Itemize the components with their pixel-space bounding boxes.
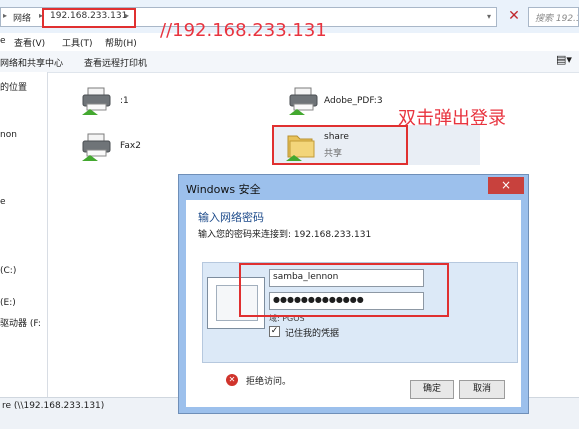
stop-icon[interactable]: ✕ <box>505 7 523 27</box>
search-input[interactable]: 搜索 192.1 <box>528 7 579 27</box>
printer-icon[interactable] <box>80 85 114 117</box>
error-message: 拒绝访问。 <box>246 377 292 387</box>
dialog-subtitle: 输入您的密码来连接到: 192.168.233.131 <box>198 230 372 240</box>
nav-item-drive-c[interactable]: (C:) <box>0 266 16 276</box>
dialog-heading: 输入网络密码 <box>198 211 264 224</box>
chevron-right-icon: ▸ <box>3 11 8 20</box>
toolbar: 网络和共享中心 查看远程打印机 ▤▾ <box>0 51 579 73</box>
annotation-box-share <box>272 125 408 165</box>
menu-item-partial[interactable]: e <box>0 36 6 46</box>
menu-item-help[interactable]: 帮助(H) <box>105 36 137 49</box>
menu-item-tools[interactable]: 工具(T) <box>62 36 93 49</box>
annotation-box-address <box>42 8 136 28</box>
remember-checkbox[interactable]: ✓ <box>269 326 280 337</box>
ok-button[interactable]: 确定 <box>410 380 454 399</box>
credentials-dialog: Windows 安全 × 输入网络密码 输入您的密码来连接到: 192.168.… <box>178 174 529 414</box>
annotation-box-credentials <box>239 263 449 317</box>
nav-item-drive-e[interactable]: (E:) <box>0 298 16 308</box>
view-options-icon[interactable]: ▤▾ <box>556 53 572 66</box>
printer-icon[interactable] <box>287 85 321 117</box>
nav-item-drive-f[interactable]: 驱动器 (F: <box>0 316 41 329</box>
dropdown-arrow-icon[interactable]: ▾ <box>487 12 491 21</box>
navigation-pane: 的位置 non e (C:) (E:) 驱动器 (F: <box>0 72 48 397</box>
error-icon: ✕ <box>226 374 238 386</box>
nav-item-recent-places[interactable]: 的位置 <box>0 80 27 93</box>
item-name[interactable]: :1 <box>120 96 129 106</box>
network-sharing-center-button[interactable]: 网络和共享中心 <box>0 56 63 69</box>
view-remote-printers-button[interactable]: 查看远程打印机 <box>84 56 147 69</box>
fax-printer-icon[interactable] <box>80 131 114 163</box>
nav-item-partial[interactable]: e <box>0 197 6 207</box>
close-icon[interactable]: × <box>488 177 524 194</box>
annotation-double-click: 双击弹出登录 <box>398 108 506 129</box>
dialog-title: Windows 安全 <box>186 183 261 196</box>
remember-label[interactable]: 记住我的凭据 <box>285 326 339 339</box>
item-name[interactable]: Fax2 <box>120 141 141 151</box>
breadcrumb-network[interactable]: 网络 <box>13 11 31 24</box>
cancel-button[interactable]: 取消 <box>459 380 505 399</box>
annotation-address: //192.168.233.131 <box>160 20 327 41</box>
item-name[interactable]: Adobe_PDF:3 <box>324 96 383 106</box>
nav-item-user[interactable]: non <box>0 130 17 140</box>
status-text: re (\\192.168.233.131) <box>2 401 105 411</box>
menu-item-view[interactable]: 查看(V) <box>14 36 45 49</box>
